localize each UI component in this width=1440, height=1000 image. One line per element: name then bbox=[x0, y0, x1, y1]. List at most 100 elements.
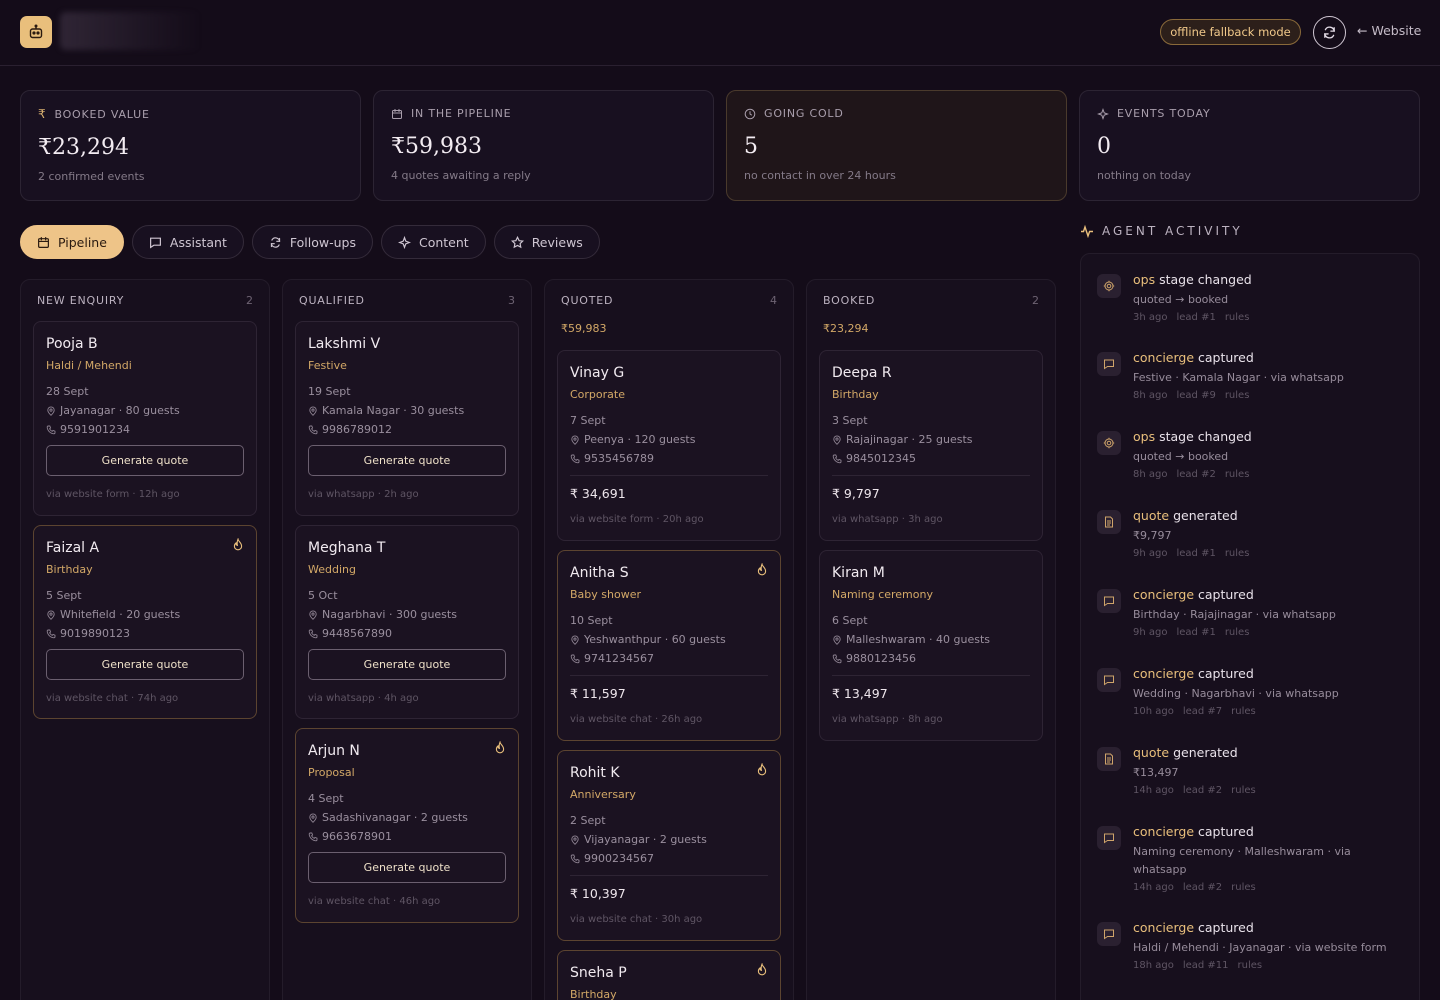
arrow-left-icon: ← bbox=[1357, 23, 1368, 38]
activity-lead[interactable]: lead #1 bbox=[1176, 548, 1215, 559]
tab-content[interactable]: Content bbox=[380, 225, 486, 259]
stat-label: BOOKED VALUE bbox=[54, 107, 150, 121]
location-pin-icon bbox=[46, 406, 56, 416]
refresh-button[interactable] bbox=[1313, 16, 1346, 49]
lead-name: Meghana T bbox=[308, 540, 386, 556]
activity-action: captured bbox=[1198, 350, 1254, 365]
activity-lead[interactable]: lead #2 bbox=[1183, 882, 1222, 893]
phone-icon bbox=[308, 629, 318, 639]
generate-quote-button[interactable]: Generate quote bbox=[46, 445, 244, 476]
event-type: Birthday bbox=[46, 563, 93, 576]
sparkle-icon bbox=[1097, 107, 1109, 120]
column-title: QUALIFIED bbox=[299, 294, 365, 307]
event-type: Naming ceremony bbox=[832, 588, 933, 601]
lead-source: via website chat · 30h ago bbox=[570, 914, 703, 925]
generate-quote-button[interactable]: Generate quote bbox=[308, 852, 506, 883]
lead-source: via whatsapp · 4h ago bbox=[308, 693, 419, 704]
phone-icon bbox=[832, 654, 842, 664]
stat-value: ₹23,294 bbox=[38, 135, 129, 160]
card-divider bbox=[832, 675, 1030, 676]
lead-card[interactable]: Meghana T Wedding 5 Oct Nagarbhavi · 300… bbox=[295, 525, 519, 719]
activity-title: ops stage changed bbox=[1133, 429, 1403, 444]
lead-card[interactable]: Arjun N Proposal 4 Sept Sadashivanagar ·… bbox=[295, 728, 519, 923]
activity-detail: Festive · Kamala Nagar · via whatsapp bbox=[1133, 371, 1344, 384]
activity-source: rules bbox=[1231, 785, 1256, 796]
lead-card[interactable]: Pooja B Haldi / Mehendi 28 Sept Jayanaga… bbox=[33, 321, 257, 516]
lead-phone: 9900234567 bbox=[584, 852, 654, 865]
generate-quote-button[interactable]: Generate quote bbox=[46, 649, 244, 680]
activity-time: 9h ago bbox=[1133, 627, 1168, 638]
gear-icon bbox=[1097, 274, 1121, 298]
event-date: 7 Sept bbox=[570, 414, 606, 427]
activity-lead[interactable]: lead #1 bbox=[1176, 312, 1215, 323]
activity-lead[interactable]: lead #7 bbox=[1183, 706, 1222, 717]
tab-assistant[interactable]: Assistant bbox=[131, 225, 244, 259]
lead-location: Nagarbhavi · 300 guests bbox=[322, 608, 457, 621]
agent-name: ops bbox=[1133, 429, 1156, 444]
website-link-label: Website bbox=[1371, 23, 1422, 38]
location-pin-icon bbox=[308, 610, 318, 620]
agent-activity-heading: AGENT ACTIVITY bbox=[1080, 224, 1243, 238]
activity-lead[interactable]: lead #2 bbox=[1183, 785, 1222, 796]
website-link[interactable]: ← Website bbox=[1357, 23, 1421, 38]
location-pin-icon bbox=[308, 406, 318, 416]
location-pin-icon bbox=[832, 635, 842, 645]
lead-phone: 9448567890 bbox=[322, 627, 392, 640]
stat-value: ₹59,983 bbox=[391, 134, 482, 159]
lead-card[interactable]: Faizal A Birthday 5 Sept Whitefield · 20… bbox=[33, 525, 257, 719]
lead-source: via website chat · 74h ago bbox=[46, 693, 179, 704]
agent-name: quote bbox=[1133, 508, 1170, 523]
event-type: Baby shower bbox=[570, 588, 641, 601]
tab-reviews[interactable]: Reviews bbox=[493, 225, 600, 259]
stat-label: GOING COLD bbox=[764, 107, 844, 120]
activity-detail: quoted → booked bbox=[1133, 293, 1229, 306]
generate-quote-button[interactable]: Generate quote bbox=[308, 649, 506, 680]
activity-time: 8h ago bbox=[1133, 390, 1168, 401]
activity-lead[interactable]: lead #9 bbox=[1176, 390, 1215, 401]
column-title: BOOKED bbox=[823, 294, 876, 307]
lead-card[interactable]: Anitha S Baby shower 10 Sept Yeshwanthpu… bbox=[557, 550, 781, 741]
activity-detail: quoted → booked bbox=[1133, 450, 1229, 463]
lead-name: Rohit K bbox=[570, 765, 620, 781]
lead-card[interactable]: Sneha P Birthday bbox=[557, 950, 781, 1000]
app-logo[interactable] bbox=[20, 16, 52, 48]
location-pin-icon bbox=[832, 435, 842, 445]
lead-card[interactable]: Deepa R Birthday 3 Sept Rajajinagar · 25… bbox=[819, 350, 1043, 541]
phone-icon bbox=[832, 454, 842, 464]
activity-lead[interactable]: lead #1 bbox=[1176, 627, 1215, 638]
chat-icon bbox=[1097, 922, 1121, 946]
event-date: 2 Sept bbox=[570, 814, 606, 827]
agent-activity-feed: ops stage changed quoted → booked 3h ago le… bbox=[1080, 253, 1420, 1000]
stat-value: 5 bbox=[744, 134, 758, 159]
card-divider bbox=[570, 475, 768, 476]
activity-lead[interactable]: lead #2 bbox=[1176, 469, 1215, 480]
lead-card[interactable]: Rohit K Anniversary 2 Sept Vijayanagar ·… bbox=[557, 750, 781, 941]
event-type: Proposal bbox=[308, 766, 355, 779]
activity-time: 18h ago bbox=[1133, 960, 1174, 971]
lead-source: via website form · 20h ago bbox=[570, 514, 704, 525]
lead-card[interactable]: Vinay G Corporate 7 Sept Peenya · 120 gu… bbox=[557, 350, 781, 541]
event-date: 19 Sept bbox=[308, 385, 351, 398]
lead-name: Deepa R bbox=[832, 365, 892, 381]
location-pin-icon bbox=[46, 610, 56, 620]
lead-location: Sadashivanagar · 2 guests bbox=[322, 811, 468, 824]
stat-going-cold: GOING COLD 5 no contact in over 24 hours bbox=[726, 90, 1067, 201]
phone-icon bbox=[570, 654, 580, 664]
phone-icon bbox=[308, 425, 318, 435]
generate-quote-button[interactable]: Generate quote bbox=[308, 445, 506, 476]
card-divider bbox=[570, 875, 768, 876]
lead-card[interactable]: Kiran M Naming ceremony 6 Sept Malleshwa… bbox=[819, 550, 1043, 741]
pipeline-column-new-enquiry: NEW ENQUIRY 2 Pooja B Haldi / Mehendi 28 … bbox=[20, 279, 270, 1000]
tab-pipeline[interactable]: Pipeline bbox=[20, 225, 124, 259]
tab-follow-ups[interactable]: Follow-ups bbox=[251, 225, 373, 259]
lead-card[interactable]: Lakshmi V Festive 19 Sept Kamala Nagar ·… bbox=[295, 321, 519, 516]
event-date: 5 Oct bbox=[308, 589, 338, 602]
lead-location: Jayanagar · 80 guests bbox=[60, 404, 180, 417]
bot-icon bbox=[28, 24, 44, 40]
pipeline-column-quoted: QUOTED 4 ₹59,983 Vinay G Corporate 7 Sept… bbox=[544, 279, 794, 1000]
stat-label: EVENTS TODAY bbox=[1117, 107, 1211, 120]
column-title: QUOTED bbox=[561, 294, 614, 307]
activity-lead[interactable]: lead #11 bbox=[1183, 960, 1229, 971]
activity-time: 10h ago bbox=[1133, 706, 1174, 717]
event-type: Haldi / Mehendi bbox=[46, 359, 132, 372]
